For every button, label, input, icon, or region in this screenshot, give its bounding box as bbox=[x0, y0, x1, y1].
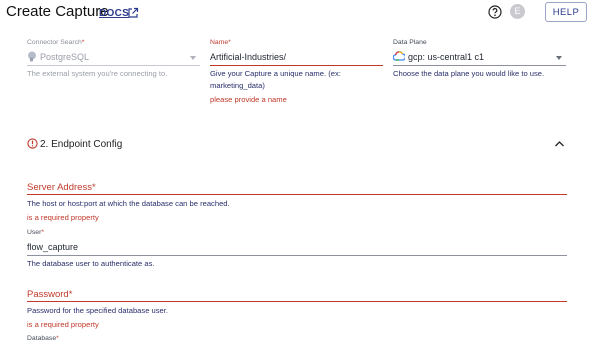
server-address-label: Server Address* bbox=[27, 182, 96, 193]
server-address-helper: The host or host:port at which the datab… bbox=[27, 199, 230, 208]
name-label: Name* bbox=[210, 39, 231, 46]
database-label: Database* bbox=[27, 335, 59, 342]
gcp-cloud-icon bbox=[393, 51, 405, 61]
user-helper: The database user to authenticate as. bbox=[27, 259, 155, 268]
name-helper-line2: marketing_data) bbox=[210, 81, 265, 90]
connector-search-label: Connector Search* bbox=[27, 39, 85, 46]
server-address-input[interactable] bbox=[27, 194, 567, 195]
page-header: Create Capture DOCS E HELP bbox=[0, 0, 597, 28]
external-link-icon[interactable] bbox=[127, 7, 139, 19]
password-error: is a required property bbox=[27, 320, 99, 329]
docs-link[interactable]: DOCS bbox=[99, 8, 129, 19]
password-input[interactable] bbox=[27, 301, 567, 302]
data-plane-select[interactable]: gcp: us-central1 c1 bbox=[408, 52, 484, 62]
endpoint-config-title[interactable]: 2. Endpoint Config bbox=[40, 139, 122, 150]
error-circle-icon bbox=[27, 138, 38, 149]
help-circle-icon[interactable] bbox=[488, 5, 502, 19]
connector-search-input[interactable]: PostgreSQL bbox=[40, 52, 89, 62]
avatar[interactable]: E bbox=[510, 4, 525, 19]
data-plane-helper: Choose the data plane you would like to … bbox=[393, 69, 545, 78]
user-label: User* bbox=[27, 229, 45, 236]
postgresql-icon bbox=[28, 51, 36, 62]
connector-search-helper: The external system you're connecting to… bbox=[27, 69, 168, 78]
data-plane-dropdown-caret-icon[interactable] bbox=[556, 56, 562, 60]
user-input[interactable]: flow_capture bbox=[27, 242, 78, 252]
connector-dropdown-caret-icon bbox=[190, 56, 196, 60]
server-address-error: is a required property bbox=[27, 213, 99, 222]
password-label: Password* bbox=[27, 289, 73, 300]
name-input[interactable]: Artificial-Industries/ bbox=[210, 52, 286, 62]
password-helper: Password for the specified database user… bbox=[27, 306, 168, 315]
name-error: please provide a name bbox=[210, 95, 287, 104]
help-button[interactable]: HELP bbox=[545, 2, 587, 22]
name-helper-line1: Give your Capture a unique name. (ex: bbox=[210, 69, 341, 78]
page-title: Create Capture bbox=[6, 3, 109, 20]
chevron-up-icon[interactable] bbox=[554, 139, 565, 148]
data-plane-label: Data Plane bbox=[393, 39, 427, 46]
